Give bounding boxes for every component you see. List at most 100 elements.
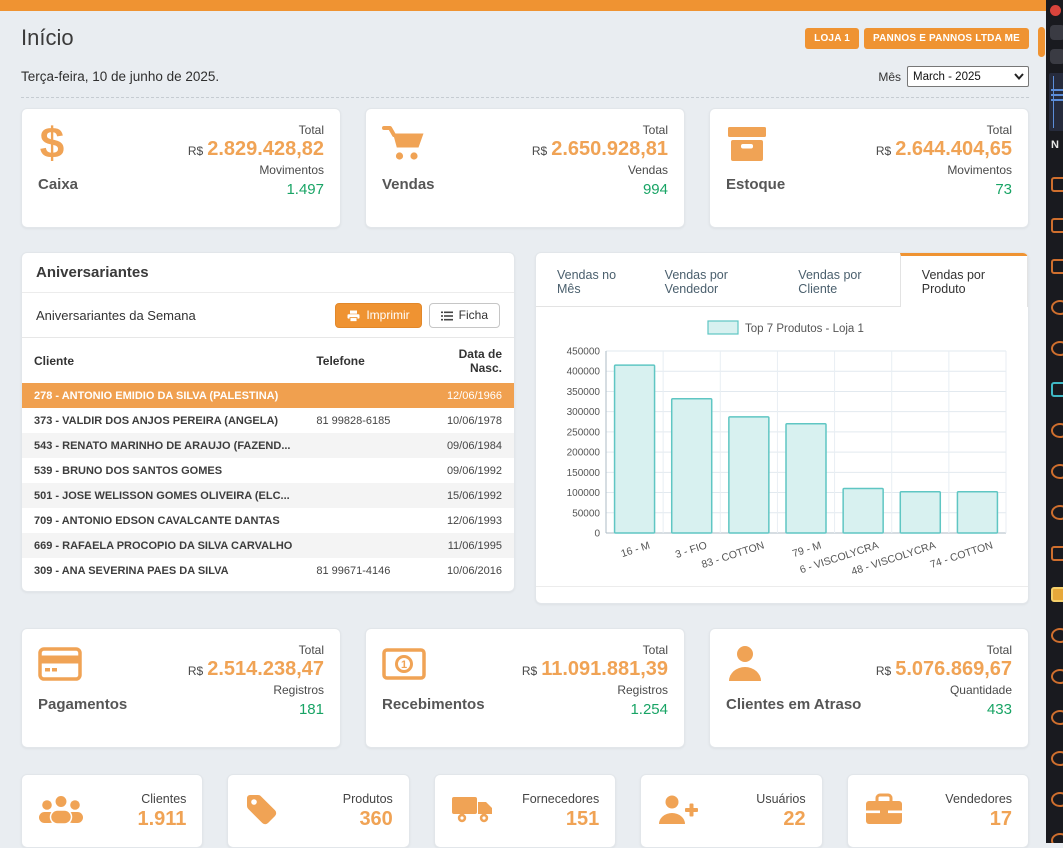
app-dock-icon[interactable] [1051,259,1063,274]
svg-text:0: 0 [594,529,600,540]
birthdate-cell: 09/06/1984 [420,433,514,458]
client-cell: 309 - ANA SEVERINA PAES DA SILVA [22,558,304,583]
birthdate-cell: 09/06/1992 [420,458,514,483]
birthdays-subtitle: Aniversariantes da Semana [36,308,196,323]
phone-cell [304,508,419,533]
mini-card-vendedores[interactable]: Vendedores 17 [847,774,1029,848]
table-row[interactable]: 669 - RAFAELA PROCOPIO DA SILVA CARVALHO… [22,533,514,558]
print-button[interactable]: Imprimir [335,303,421,328]
app-dock-icon[interactable] [1051,546,1063,561]
sub-value: 73 [876,181,1012,198]
birthdate-cell: 15/06/1992 [420,483,514,508]
mini-card-label: Produtos [343,792,393,806]
print-button-label: Imprimir [366,309,409,322]
app-dock-icon[interactable] [1051,792,1063,807]
stat-card-caixa[interactable]: $ Caixa Total R$2.829.428,82 Movimentos … [21,108,341,228]
table-row[interactable]: 373 - VALDIR DOS ANJOS PEREIRA (ANGELA) … [22,408,514,433]
mini-card-usuarios[interactable]: Usuários 22 [640,774,822,848]
svg-text:250000: 250000 [567,427,601,438]
stat-card-pagamentos[interactable]: Pagamentos Total R$2.514.238,47 Registro… [21,628,341,748]
date-row: Terça-feira, 10 de junho de 2025. Mês Ma… [21,66,1029,98]
tab-vendas-por-vendedor[interactable]: Vendas por Vendedor [644,253,778,306]
birthdate-cell: 11/06/1995 [420,533,514,558]
svg-text:79 - M: 79 - M [791,539,823,560]
sub-label: Registros [522,683,668,697]
mini-card-clientes[interactable]: Clientes 1.911 [21,774,203,848]
svg-text:74 - COTTON: 74 - COTTON [929,539,995,571]
app-dock-icon[interactable] [1051,300,1063,315]
svg-text:50000: 50000 [572,508,600,519]
mini-card-value: 17 [945,808,1012,831]
app-dock-icon[interactable] [1051,423,1063,438]
svg-text:1: 1 [401,659,407,671]
app-dock-icon[interactable] [1051,464,1063,479]
sub-label: Quantidade [876,683,1012,697]
strip-letter-label: N [1051,139,1063,151]
app-dock-icon[interactable] [1051,710,1063,725]
app-dock-icon[interactable] [1051,751,1063,766]
column-header-cliente: Cliente [22,338,304,384]
cart-icon [382,121,435,167]
table-header-row: Cliente Telefone Data de Nasc. [22,338,514,384]
top-navigation-bar [0,0,1046,11]
sub-value: 433 [876,701,1012,718]
total-amount: 2.514.238,47 [207,658,324,680]
table-row[interactable]: 539 - BRUNO DOS SANTOS GOMES 09/06/1992 [22,458,514,483]
user-plus-icon [657,793,699,830]
birthdate-cell: 12/06/1993 [420,508,514,533]
svg-text:200000: 200000 [567,448,601,459]
client-cell: 543 - RENATO MARINHO DE ARAUJO (FAZEND..… [22,433,304,458]
svg-text:100000: 100000 [567,488,601,499]
table-row[interactable]: 278 - ANTONIO EMIDIO DA SILVA (PALESTINA… [22,383,514,408]
tag-icon [244,792,278,831]
app-dock-icon[interactable] [1051,382,1063,397]
total-label: Total [876,123,1012,137]
total-value: R$11.091.881,39 [522,658,668,681]
table-row[interactable]: 309 - ANA SEVERINA PAES DA SILVA 81 9967… [22,558,514,583]
svg-text:$: $ [40,121,64,167]
page-title: Início [21,25,74,51]
phone-cell: 81 99828-6185 [304,408,419,433]
tab-vendas-por-produto[interactable]: Vendas por Produto [900,253,1028,307]
chart-panel-footer [536,586,1028,603]
phone-cell: 81 99671-4146 [304,558,419,583]
birthdate-cell: 12/06/1966 [420,383,514,408]
birthdate-cell: 10/06/1978 [420,408,514,433]
stat-card-estoque[interactable]: Estoque Total R$2.644.404,65 Movimentos … [709,108,1029,228]
tab-vendas-no-mes[interactable]: Vendas no Mês [536,253,644,306]
mini-card-fornecedores[interactable]: Fornecedores 151 [434,774,616,848]
mini-card-produtos[interactable]: Produtos 360 [227,774,409,848]
sub-value: 181 [188,701,324,718]
column-header-data-nasc: Data de Nasc. [420,338,514,384]
app-dock-icon[interactable] [1051,587,1063,602]
scrollbar-thumb[interactable] [1038,27,1045,57]
truck-icon [451,793,495,830]
app-dock-icon[interactable] [1051,177,1063,192]
app-dock-icon[interactable] [1051,628,1063,643]
client-cell: 373 - VALDIR DOS ANJOS PEREIRA (ANGELA) [22,408,304,433]
table-row[interactable]: 709 - ANTONIO EDSON CAVALCANTE DANTAS 12… [22,508,514,533]
app-dock-icon[interactable] [1051,669,1063,684]
table-row[interactable]: 501 - JOSE WELISSON GOMES OLIVEIRA (ELC.… [22,483,514,508]
sales-chart-panel: Vendas no Mês Vendas por Vendedor Vendas… [535,252,1029,604]
stat-card-label: Caixa [38,176,78,193]
birthdate-cell: 10/06/2016 [420,558,514,583]
app-dock-icon[interactable] [1051,833,1063,843]
total-amount: 2.644.404,65 [895,138,1012,160]
app-dock-icon[interactable] [1051,218,1063,233]
app-dock-icon[interactable] [1051,341,1063,356]
store-badge[interactable]: LOJA 1 [805,28,859,49]
app-tile-icon[interactable] [1050,49,1063,64]
tab-vendas-por-cliente[interactable]: Vendas por Cliente [777,253,900,306]
svg-text:16 - M: 16 - M [619,539,651,560]
stat-card-recebimentos[interactable]: 1 Recebimentos Total R$11.091.881,39 Reg… [365,628,685,748]
stat-card-clientes-em-atraso[interactable]: Clientes em Atraso Total R$5.076.869,67 … [709,628,1029,748]
table-row[interactable]: 543 - RENATO MARINHO DE ARAUJO (FAZEND..… [22,433,514,458]
ficha-button[interactable]: Ficha [429,303,500,328]
company-badge[interactable]: PANNOS E PANNOS LTDA ME [864,28,1029,49]
app-tile-icon[interactable] [1050,25,1063,40]
mini-card-value: 22 [756,808,805,831]
month-select[interactable]: March - 2025 [907,66,1029,87]
stat-card-vendas[interactable]: Vendas Total R$2.650.928,81 Vendas 994 [365,108,685,228]
app-dock-icon[interactable] [1051,505,1063,520]
